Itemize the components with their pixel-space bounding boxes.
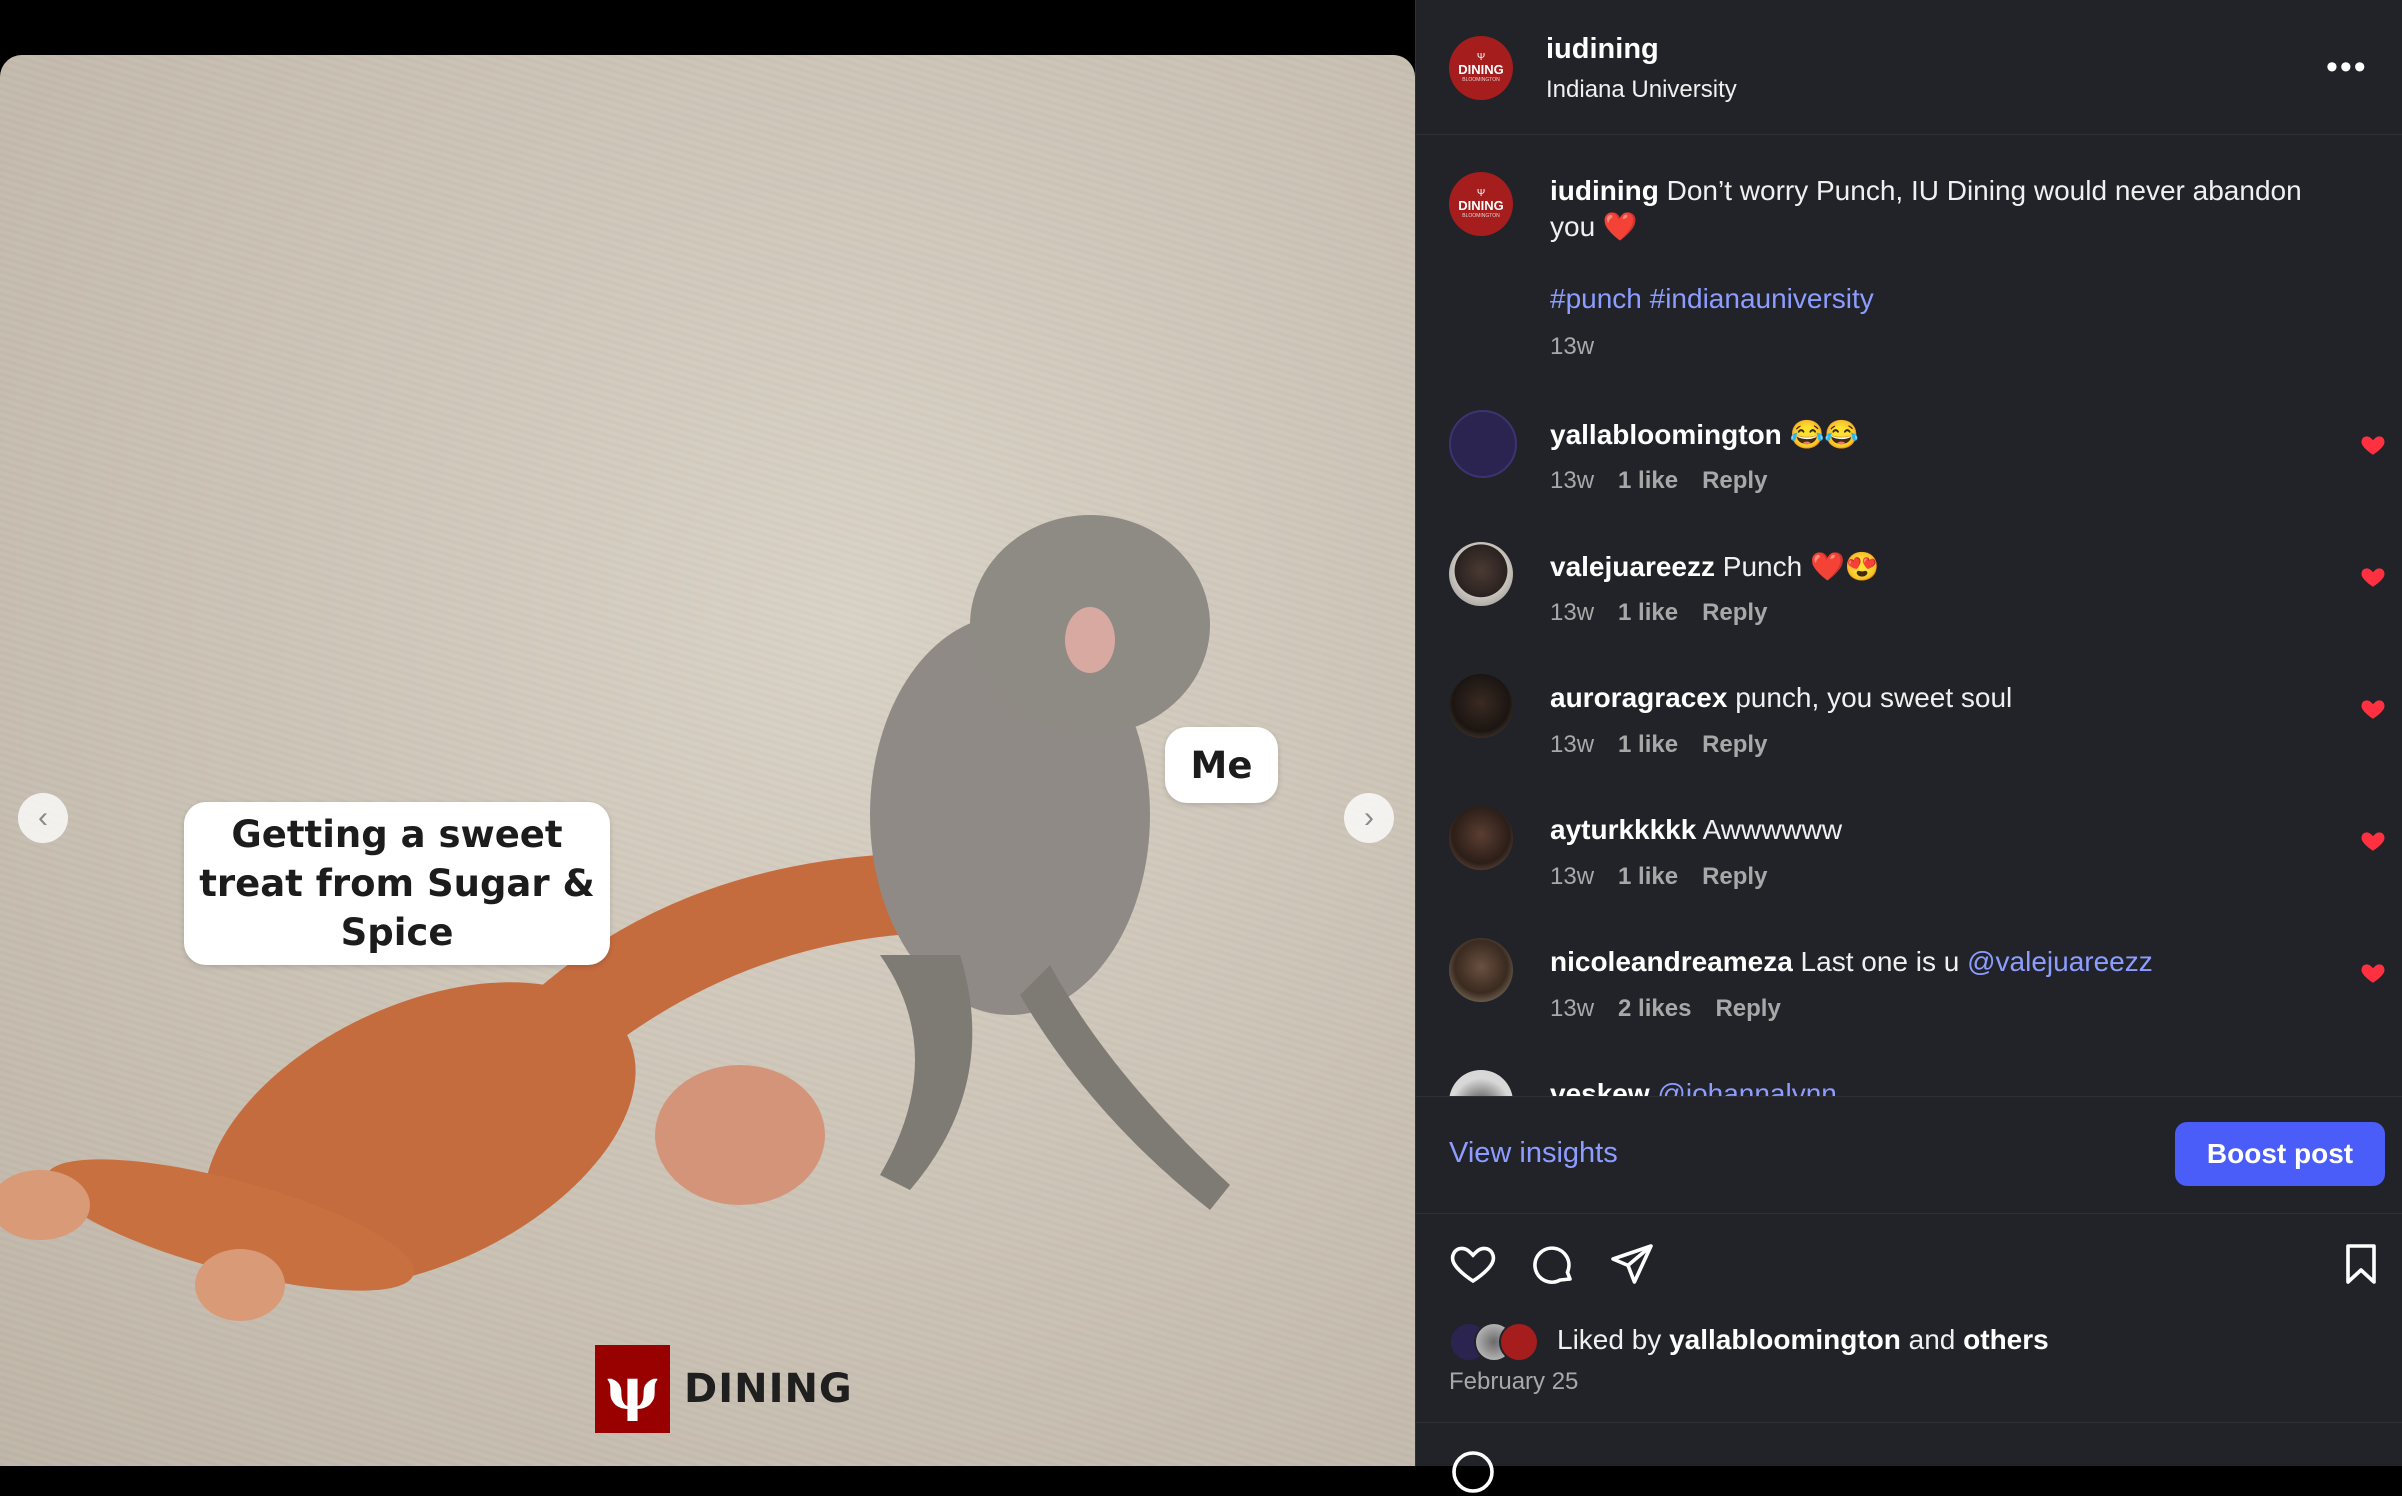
- comment-username[interactable]: nicoleandreameza: [1550, 946, 1793, 977]
- header-location[interactable]: Indiana University: [1546, 76, 1737, 104]
- post-date: February 25: [1449, 1368, 1579, 1395]
- comment-meta: 13w 1 like Reply: [1550, 467, 1767, 495]
- emoji-icon[interactable]: [1449, 1448, 1497, 1496]
- comment-text: valejuareezz Punch ❤️😍: [1550, 550, 1880, 583]
- logo-text: DINING: [684, 1366, 853, 1412]
- avatar-subtext: BLOOMINGTON: [1462, 77, 1500, 83]
- avatar-text: DINING: [1458, 198, 1504, 213]
- comment-body: 😂😂: [1781, 419, 1860, 450]
- comment-username[interactable]: veskew: [1550, 1078, 1650, 1096]
- comment-username[interactable]: auroragracex: [1550, 682, 1727, 713]
- caption-body: Don’t worry Punch, IU Dining would never…: [1550, 175, 2302, 242]
- comment-time: 13w: [1550, 863, 1595, 890]
- liked-by-others[interactable]: others: [1963, 1324, 2049, 1355]
- comment-body: Punch ❤️😍: [1715, 551, 1880, 582]
- meme-caption-left: Getting a sweet treat from Sugar & Spice: [184, 802, 610, 965]
- divider: [1416, 1422, 2402, 1423]
- caption-username[interactable]: iudining: [1550, 175, 1659, 206]
- caption-hashtags[interactable]: #punch #indianauniversity: [1550, 283, 1874, 315]
- comment-text: auroragracex punch, you sweet soul: [1550, 682, 2012, 714]
- comment-time: 13w: [1550, 467, 1595, 494]
- comment-username[interactable]: valejuareezz: [1550, 551, 1715, 582]
- post-media: Getting a sweet treat from Sugar & Spice…: [0, 55, 1415, 1466]
- heart-filled-icon[interactable]: [2360, 960, 2386, 986]
- caption-avatar[interactable]: Ψ DINING BLOOMINGTON: [1449, 172, 1513, 236]
- chevron-right-icon: ›: [1364, 801, 1374, 834]
- divider: [1416, 1213, 2402, 1214]
- comment-bubble-icon[interactable]: [1529, 1240, 1577, 1288]
- comment-likes[interactable]: 1 like: [1618, 599, 1678, 627]
- meme-caption-right: Me: [1165, 727, 1278, 803]
- like-heart-icon[interactable]: [1449, 1240, 1497, 1288]
- reply-button[interactable]: Reply: [1715, 995, 1780, 1023]
- comment-item-partial: veskew @johannalynn: [1416, 1070, 2402, 1096]
- comment-time: 13w: [1550, 995, 1595, 1022]
- divider: [1416, 1096, 2402, 1097]
- comment-username[interactable]: ayturkkkkk: [1550, 814, 1696, 845]
- boost-post-button[interactable]: Boost post: [2175, 1122, 2385, 1186]
- comment-time: 13w: [1550, 599, 1595, 626]
- comment-body: Last one is u: [1792, 946, 1968, 977]
- post-caption: iudining Don’t worry Punch, IU Dining wo…: [1550, 173, 2350, 245]
- comment-mention[interactable]: @johannalynn: [1657, 1078, 1836, 1096]
- reply-button[interactable]: Reply: [1702, 863, 1767, 891]
- comment-item: ayturkkkkk Awwwwww 13w 1 like Reply: [1416, 806, 2402, 916]
- share-send-icon[interactable]: [1608, 1240, 1656, 1288]
- comment-avatar[interactable]: [1449, 542, 1513, 606]
- comment-mention[interactable]: @valejuareezz: [1967, 946, 2153, 977]
- comment-item: auroragracex punch, you sweet soul 13w 1 …: [1416, 674, 2402, 784]
- comment-likes[interactable]: 1 like: [1618, 863, 1678, 891]
- comment-body: Awwwwww: [1696, 814, 1843, 845]
- more-options-icon[interactable]: •••: [2326, 48, 2368, 87]
- comment-text: ayturkkkkk Awwwwww: [1550, 814, 1842, 846]
- comment-meta: 13w 1 like Reply: [1550, 599, 1767, 627]
- comment-text: nicoleandreameza Last one is u @valejuar…: [1550, 946, 2153, 978]
- comment-likes[interactable]: 1 like: [1618, 731, 1678, 759]
- next-slide-button[interactable]: ›: [1344, 793, 1394, 843]
- reply-button[interactable]: Reply: [1702, 467, 1767, 495]
- header-username[interactable]: iudining: [1546, 33, 1659, 66]
- comment-text: veskew @johannalynn: [1550, 1078, 1837, 1096]
- comment-item: nicoleandreameza Last one is u @valejuar…: [1416, 938, 2402, 1048]
- previous-slide-button[interactable]: ‹: [18, 793, 68, 843]
- heart-filled-icon[interactable]: [2360, 564, 2386, 590]
- comment-meta: 13w 1 like Reply: [1550, 863, 1767, 891]
- liked-by-text: Liked by yallabloomington and others: [1557, 1324, 2049, 1356]
- reply-button[interactable]: Reply: [1702, 599, 1767, 627]
- comment-username[interactable]: yallabloomington: [1550, 419, 1782, 450]
- avatar-text: DINING: [1458, 62, 1504, 77]
- liked-by-prefix: Liked by: [1557, 1324, 1670, 1355]
- comment-item: valejuareezz Punch ❤️😍 13w 1 like Reply: [1416, 542, 2402, 652]
- avatar[interactable]: Ψ DINING BLOOMINGTON: [1449, 36, 1513, 100]
- divider: [1416, 134, 2402, 135]
- comment-meta: 13w 1 like Reply: [1550, 731, 1767, 759]
- view-insights-link[interactable]: View insights: [1449, 1137, 1618, 1170]
- comment-avatar[interactable]: [1449, 674, 1513, 738]
- chevron-left-icon: ‹: [38, 801, 48, 834]
- comment-body: punch, you sweet soul: [1727, 682, 2013, 713]
- iu-dining-logo: ψ DINING: [595, 1345, 853, 1433]
- liked-by-middle: and: [1900, 1324, 1964, 1355]
- heart-filled-icon[interactable]: [2360, 432, 2386, 458]
- comment-avatar[interactable]: [1449, 938, 1513, 1002]
- heart-filled-icon[interactable]: [2360, 696, 2386, 722]
- comment-meta: 13w 2 likes Reply: [1550, 995, 1781, 1023]
- comment-avatar[interactable]: [1449, 410, 1517, 478]
- comment-likes[interactable]: 2 likes: [1618, 995, 1691, 1023]
- iu-trident-icon: ψ: [595, 1345, 670, 1433]
- comment-time: 13w: [1550, 731, 1595, 758]
- comment-avatar[interactable]: [1449, 1070, 1513, 1096]
- avatar-subtext: BLOOMINGTON: [1462, 213, 1500, 219]
- comment-item: yallabloomington 😂😂 13w 1 like Reply: [1416, 410, 2402, 520]
- heart-filled-icon[interactable]: [2360, 828, 2386, 854]
- reply-button[interactable]: Reply: [1702, 731, 1767, 759]
- post-side-panel: Ψ DINING BLOOMINGTON iudining Indiana Un…: [1415, 0, 2402, 1493]
- comment-avatar[interactable]: [1449, 806, 1513, 870]
- liked-by-user[interactable]: yallabloomington: [1669, 1324, 1901, 1355]
- liker-avatar[interactable]: [1499, 1322, 1539, 1362]
- comment-text: yallabloomington 😂😂: [1550, 418, 1859, 451]
- comment-likes[interactable]: 1 like: [1618, 467, 1678, 495]
- caption-time: 13w: [1550, 333, 1595, 360]
- bookmark-icon[interactable]: [2337, 1240, 2385, 1288]
